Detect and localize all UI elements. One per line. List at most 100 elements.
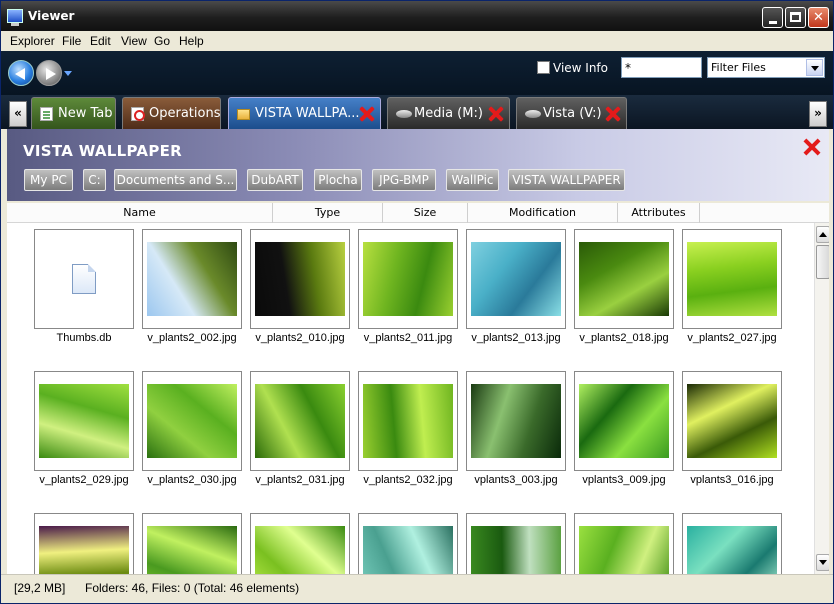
tab-label: Media (M:) [414, 106, 483, 121]
image-preview [363, 242, 453, 316]
filter-input[interactable]: * [621, 57, 702, 78]
scroll-up-button[interactable] [816, 226, 829, 243]
file-thumbnail[interactable] [574, 513, 674, 574]
file-thumbnail[interactable] [574, 229, 674, 329]
tab-scroll-left-button[interactable]: « [9, 101, 27, 127]
menu-file[interactable]: File [62, 34, 81, 48]
file-thumbnail[interactable] [34, 513, 134, 574]
file-name-label[interactable]: v_plants2_032.jpg [348, 474, 468, 486]
breadcrumb-documents[interactable]: Documents and S... [114, 169, 237, 191]
title-bar[interactable]: Viewer ✕ [1, 1, 833, 31]
column-size[interactable]: Size [383, 203, 468, 223]
tab-close-icon[interactable] [605, 106, 621, 122]
tab-vista-wallpaper[interactable]: VISTA WALLPA... [228, 97, 381, 129]
image-preview [147, 526, 237, 574]
minimize-icon [769, 21, 777, 24]
file-name-label[interactable]: v_plants2_010.jpg [240, 332, 360, 344]
minimize-button[interactable] [762, 7, 783, 28]
menu-edit[interactable]: Edit [90, 34, 111, 48]
file-thumbnail[interactable] [250, 513, 350, 574]
viewer-window: Viewer ✕ Explorer File Edit View Go Help… [0, 0, 834, 604]
breadcrumb-my-pc[interactable]: My PC [24, 169, 73, 191]
file-name-label[interactable]: vplants3_003.jpg [456, 474, 576, 486]
column-type[interactable]: Type [273, 203, 383, 223]
file-thumbnail[interactable] [682, 513, 782, 574]
menu-explorer[interactable]: Explorer [10, 34, 55, 48]
tab-media[interactable]: Media (M:) [387, 97, 510, 129]
file-thumbnail[interactable] [466, 371, 566, 471]
breadcrumb-jpg-bmp[interactable]: JPG-BMP [372, 169, 436, 191]
file-name-label[interactable]: v_plants2_002.jpg [132, 332, 252, 344]
list-header: Name Type Size Modification Attributes [7, 203, 829, 223]
file-thumbnail[interactable] [34, 229, 134, 329]
file-name-label[interactable]: vplants3_009.jpg [564, 474, 684, 486]
image-preview [39, 526, 129, 574]
file-thumbnail[interactable] [358, 513, 458, 574]
file-thumbnail[interactable] [250, 229, 350, 329]
column-attributes[interactable]: Attributes [618, 203, 700, 223]
toolbar: View Info * Filter Files [1, 51, 833, 95]
file-name-label[interactable]: v_plants2_013.jpg [456, 332, 576, 344]
tab-vista-drive[interactable]: Vista (V:) [516, 97, 627, 129]
column-modification[interactable]: Modification [468, 203, 618, 223]
file-name-label[interactable]: v_plants2_018.jpg [564, 332, 684, 344]
tab-scroll-right-button[interactable]: » [809, 101, 827, 127]
history-dropdown-icon[interactable] [64, 71, 72, 76]
status-size: [29,2 MB] [14, 581, 66, 595]
close-button[interactable]: ✕ [808, 7, 829, 28]
file-thumbnail[interactable] [358, 371, 458, 471]
filter-select[interactable]: Filter Files [707, 57, 825, 78]
file-name-label[interactable]: v_plants2_027.jpg [672, 332, 792, 344]
file-thumbnail[interactable] [142, 513, 242, 574]
back-button[interactable] [8, 60, 34, 86]
file-thumbnail-view[interactable]: Thumbs.db v_plants2_002.jpg v_plants2_010.… [7, 223, 829, 574]
image-preview [471, 242, 561, 316]
status-bar: [29,2 MB] Folders: 46, Files: 0 (Total: … [1, 574, 833, 603]
vertical-scrollbar[interactable] [814, 223, 829, 574]
scroll-down-button[interactable] [816, 554, 829, 571]
close-panel-icon[interactable] [804, 139, 820, 155]
tab-operations[interactable]: Operations [122, 97, 221, 129]
file-thumbnail[interactable] [574, 371, 674, 471]
breadcrumb-dubart[interactable]: DubART [247, 169, 303, 191]
image-preview [39, 384, 129, 458]
breadcrumb-vista-wallpaper[interactable]: VISTA WALLPAPER [508, 169, 625, 191]
menu-view[interactable]: View [121, 34, 147, 48]
file-thumbnail[interactable] [34, 371, 134, 471]
menu-bar: Explorer File Edit View Go Help [1, 31, 833, 51]
file-name-label[interactable]: v_plants2_031.jpg [240, 474, 360, 486]
path-panel: VISTA WALLPAPER My PC C: Documents and S… [7, 129, 829, 201]
file-thumbnail[interactable] [466, 229, 566, 329]
chevron-down-icon[interactable] [806, 59, 823, 76]
file-thumbnail[interactable] [682, 229, 782, 329]
forward-button[interactable] [36, 60, 62, 86]
file-thumbnail[interactable] [358, 229, 458, 329]
maximize-icon [790, 12, 801, 22]
file-thumbnail[interactable] [142, 371, 242, 471]
image-preview [687, 242, 777, 316]
breadcrumb-c[interactable]: C: [83, 169, 106, 191]
scroll-thumb[interactable] [816, 245, 829, 279]
file-thumbnail[interactable] [142, 229, 242, 329]
breadcrumb-wallpic[interactable]: WallPic [446, 169, 499, 191]
file-thumbnail[interactable] [682, 371, 782, 471]
view-info-label[interactable]: View Info [553, 61, 608, 75]
file-name-label[interactable]: vplants3_016.jpg [672, 474, 792, 486]
file-thumbnail[interactable] [250, 371, 350, 471]
breadcrumb-plocha[interactable]: Plocha [314, 169, 362, 191]
file-name-label[interactable]: v_plants2_011.jpg [348, 332, 468, 344]
maximize-button[interactable] [785, 7, 806, 28]
tab-close-icon[interactable] [488, 106, 504, 122]
menu-help[interactable]: Help [179, 34, 204, 48]
file-thumbnail[interactable] [466, 513, 566, 574]
column-name[interactable]: Name [7, 203, 273, 223]
tab-close-icon[interactable] [359, 106, 375, 122]
view-info-checkbox[interactable] [537, 61, 550, 74]
tab-new-tab[interactable]: New Tab [31, 97, 116, 129]
file-name-label[interactable]: v_plants2_029.jpg [24, 474, 144, 486]
file-name-label[interactable]: Thumbs.db [24, 332, 144, 344]
image-preview [255, 242, 345, 316]
menu-go[interactable]: Go [154, 34, 170, 48]
monitor-icon [7, 9, 23, 26]
file-name-label[interactable]: v_plants2_030.jpg [132, 474, 252, 486]
